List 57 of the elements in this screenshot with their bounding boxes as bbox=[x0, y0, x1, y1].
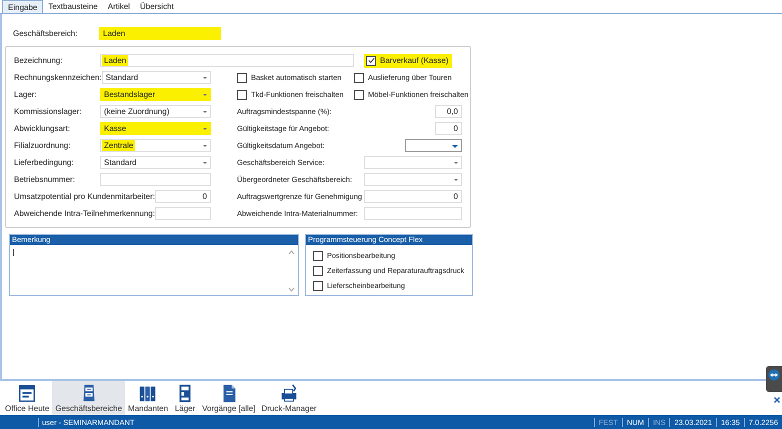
close-icon[interactable] bbox=[774, 397, 780, 403]
input-field[interactable] bbox=[154, 207, 211, 220]
field-label: Filialzuordnung: bbox=[14, 141, 72, 150]
toolbar-button[interactable]: Geschäftsbereiche bbox=[52, 381, 126, 415]
toolbar-button[interactable]: Office Heute bbox=[2, 381, 52, 415]
checkbox[interactable] bbox=[313, 250, 323, 260]
input-field[interactable] bbox=[364, 207, 462, 220]
caret-icon bbox=[203, 94, 207, 96]
checkbox[interactable] bbox=[366, 56, 376, 66]
field-label: Rechnungskennzeichen: bbox=[14, 73, 102, 82]
caret-icon bbox=[454, 179, 458, 181]
toolbar-button[interactable]: Vorgänge [alle] bbox=[199, 381, 258, 415]
caret-icon bbox=[203, 162, 207, 164]
caret-icon bbox=[203, 145, 207, 147]
checkbox[interactable] bbox=[354, 72, 364, 82]
tab[interactable]: Artikel bbox=[102, 0, 135, 13]
field-label: Betriebsnummer: bbox=[14, 175, 76, 184]
input-field[interactable]: Laden bbox=[99, 26, 221, 40]
dropdown[interactable] bbox=[405, 139, 462, 152]
dropdown[interactable]: Standard bbox=[100, 156, 211, 169]
caret-icon bbox=[203, 111, 207, 113]
field-label: Geschäftsbereich: bbox=[13, 28, 78, 38]
dropdown[interactable]: Kasse bbox=[100, 122, 211, 135]
checkbox[interactable] bbox=[313, 266, 323, 276]
toolbar-button[interactable]: Druck-Manager bbox=[258, 381, 320, 415]
dropdown[interactable]: (keine Zuordnung) bbox=[100, 105, 211, 118]
field-label: Kommissionslager: bbox=[14, 107, 83, 116]
caret-icon bbox=[454, 162, 458, 164]
input-field[interactable]: 0,0 bbox=[435, 105, 462, 118]
checkbox[interactable] bbox=[237, 90, 247, 100]
caret-icon bbox=[452, 145, 458, 148]
toolbar-button[interactable]: Mandanten bbox=[125, 381, 172, 415]
caret-icon bbox=[203, 77, 207, 79]
dropdown[interactable]: Bestandslager bbox=[100, 88, 211, 101]
field-label: Abwicklungsart: bbox=[14, 124, 72, 133]
input-field[interactable] bbox=[100, 173, 211, 186]
tab[interactable]: Übersicht bbox=[134, 0, 179, 13]
field-label: Lager: bbox=[14, 90, 38, 99]
input-field[interactable]: 0 bbox=[364, 190, 462, 203]
tab[interactable]: Textbausteine bbox=[43, 0, 103, 13]
input-field[interactable]: Laden bbox=[100, 54, 354, 67]
checkbox[interactable] bbox=[237, 72, 247, 82]
input-field[interactable]: 0 bbox=[154, 190, 211, 203]
tab[interactable]: Eingabe bbox=[2, 0, 44, 13]
dropdown[interactable]: Zentrale bbox=[100, 139, 211, 152]
dropdown[interactable]: Standard bbox=[102, 71, 211, 84]
field-label: Lieferbedingung: bbox=[14, 158, 75, 167]
checkbox[interactable] bbox=[354, 90, 364, 100]
input-field[interactable]: 0 bbox=[435, 122, 462, 135]
field-label: Bezeichnung: bbox=[14, 56, 64, 65]
toolbar-button[interactable]: Läger bbox=[171, 381, 200, 415]
checkbox-option[interactable]: Barverkauf (Kasse) bbox=[364, 54, 452, 68]
checkbox[interactable] bbox=[313, 280, 323, 290]
remote-tab-icon[interactable] bbox=[766, 366, 782, 392]
caret-icon bbox=[203, 128, 207, 130]
field-label: Umsatzpotential pro Kundenmitarbeiter: bbox=[14, 192, 155, 201]
field-label: Abweichende Intra-Teilnehmerkennung: bbox=[14, 209, 155, 218]
